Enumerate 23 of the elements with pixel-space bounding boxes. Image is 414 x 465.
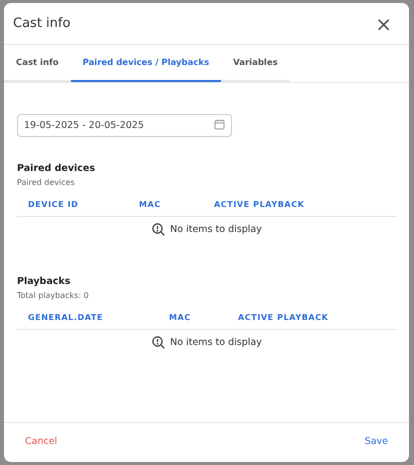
tab[interactable]: Paired devices / Playbacks — [70, 45, 222, 82]
tab[interactable]: Variables — [221, 45, 290, 82]
section-subtitle: Paired devices — [17, 178, 76, 187]
section-subtitle: Total playbacks: 0 — [17, 291, 90, 300]
search-icon — [152, 336, 166, 349]
empty-message: No items to display — [170, 337, 262, 348]
empty-message: No items to display — [170, 224, 262, 235]
save-button[interactable]: Save — [364, 436, 388, 446]
column-header[interactable]: MAC — [139, 200, 161, 209]
section-title: Playbacks — [17, 276, 72, 287]
calendar-icon — [214, 119, 225, 130]
column-header[interactable]: MAC — [169, 313, 191, 322]
date-range-field[interactable]: 19-05-2025 - 20-05-2025 — [17, 114, 232, 137]
column-header[interactable]: ACTIVE PLAYBACK — [214, 200, 304, 209]
column-header[interactable]: GENERAL.DATE — [28, 313, 104, 322]
close-button[interactable]: × — [372, 14, 395, 34]
search-icon — [152, 223, 166, 236]
column-header[interactable]: DEVICE ID — [28, 200, 78, 209]
column-header[interactable]: ACTIVE PLAYBACK — [238, 313, 328, 322]
tab[interactable]: Cast info — [4, 45, 71, 82]
dialog-title: Cast info — [13, 16, 70, 31]
section-title: Paired devices — [17, 163, 96, 174]
cancel-button[interactable]: Cancel — [25, 436, 58, 446]
